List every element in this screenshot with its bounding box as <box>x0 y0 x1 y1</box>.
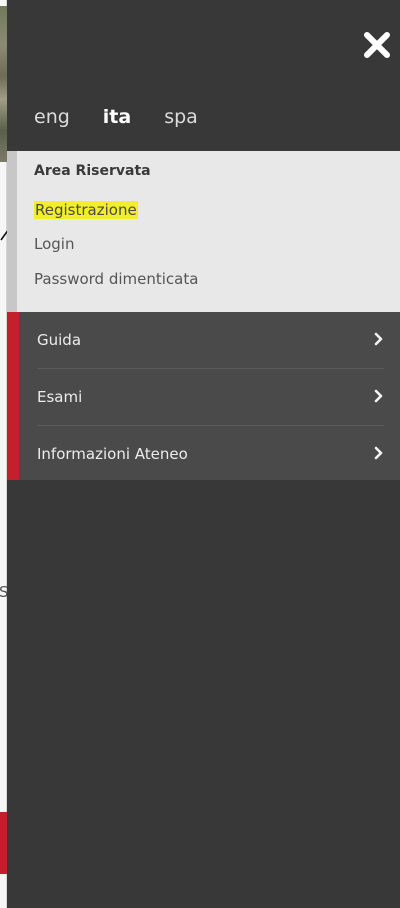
reserved-area: Area Riservata Registrazione Login Passw… <box>7 151 400 312</box>
background-photo <box>0 6 7 162</box>
close-button[interactable] <box>362 30 392 60</box>
reserved-area-title: Area Riservata <box>34 163 151 179</box>
main-menu: Guida Esami Informazioni Ateneo <box>7 312 400 480</box>
close-icon <box>364 32 390 58</box>
chevron-right-icon <box>374 332 383 346</box>
forgot-password-link[interactable]: Password dimenticata <box>34 270 198 288</box>
side-menu-panel: eng ita spa Area Riservata Registrazione… <box>7 0 400 908</box>
language-spa[interactable]: spa <box>164 106 198 128</box>
chevron-right-icon <box>374 389 383 403</box>
menu-item-label: Guida <box>37 331 82 349</box>
menu-item-informazioni-ateneo[interactable]: Informazioni Ateneo <box>37 426 384 482</box>
language-switcher: eng ita spa <box>34 106 231 128</box>
menu-item-guida[interactable]: Guida <box>37 312 384 369</box>
page: S eng ita spa Area Riservata Registrazio… <box>0 0 400 908</box>
language-ita[interactable]: ita <box>103 106 131 128</box>
language-eng[interactable]: eng <box>34 106 70 128</box>
chevron-right-icon <box>374 446 383 460</box>
login-link[interactable]: Login <box>34 235 74 253</box>
registration-link[interactable]: Registrazione <box>34 201 138 219</box>
menu-item-esami[interactable]: Esami <box>37 369 384 426</box>
background-red-block <box>0 812 7 874</box>
menu-item-label: Esami <box>37 388 83 406</box>
menu-item-label: Informazioni Ateneo <box>37 445 188 463</box>
